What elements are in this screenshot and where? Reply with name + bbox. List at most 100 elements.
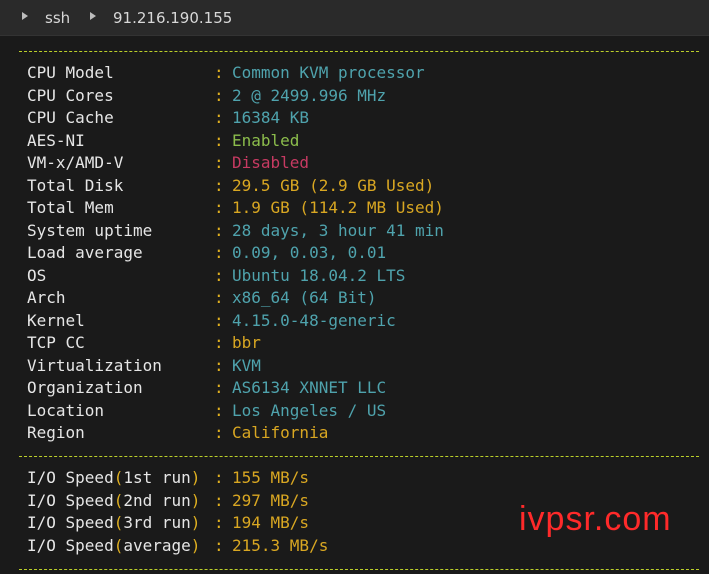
info-row: Load average:0.09, 0.03, 0.01 [0,242,709,264]
info-value: Los Angeles / US [232,400,387,420]
info-separator: : [214,175,224,195]
info-value: 1.9 GB (114.2 MB Used) [232,198,444,217]
info-value: 28 days, 3 hour 41 min [232,220,444,240]
io-speed-separator: : [214,513,224,532]
info-row: OS: Ubuntu 18.04.2 LTS [0,265,709,287]
close-paren: ) [190,468,201,487]
info-label: Location [27,400,105,420]
info-value: KVM [232,355,261,375]
info-value: 4.15.0-48-generic [232,310,396,330]
info-label: TCP CC [27,333,85,352]
open-paren: ( [113,468,124,487]
info-row: Total Mem:1.9 GB (114.2 MB Used) [0,197,709,219]
info-row: Organization: AS6134 XNNET LLC [0,377,709,399]
info-row: Total Disk:29.5 GB (2.9 GB Used) [0,175,709,197]
separator-line-middle [19,456,699,457]
info-value: AS6134 XNNET LLC [232,378,387,397]
separator-line-top [19,51,699,52]
info-separator: : [214,85,224,105]
separator-line-bottom [19,569,699,570]
info-label: Arch [27,288,66,307]
info-separator: : [214,265,224,285]
info-label: AES-NI [27,130,85,150]
io-speed-prefix: I/O Speed [27,513,114,532]
io-speed-run: 1st run [123,468,191,487]
info-value: x86_64 (64 Bit) [232,288,377,307]
info-label: CPU Cores [27,85,114,105]
info-label: Load average [27,243,143,262]
info-separator: : [214,378,224,397]
io-speed-separator: : [214,490,224,510]
info-label: System uptime [27,220,153,240]
info-label: CPU Cache [27,108,114,127]
io-speed-separator: : [214,468,224,487]
io-speed-row: I/O Speed(1st run):155 MB/s [0,467,709,489]
info-row: Location: Los Angeles / US [0,400,709,422]
open-paren: ( [113,535,124,555]
close-paren: ) [190,535,201,555]
info-label: Total Mem [27,198,114,217]
info-row: CPU Model: Common KVM processor [0,62,709,84]
info-value: Ubuntu 18.04.2 LTS [232,265,406,285]
io-speed-run: 2nd run [123,490,191,510]
info-row: Region: California [0,422,709,444]
info-row: System uptime:28 days, 3 hour 41 min [0,220,709,242]
info-separator: : [214,333,224,352]
info-value: 29.5 GB (2.9 GB Used) [232,175,435,195]
info-value: Common KVM processor [232,63,425,82]
io-speed-value: 215.3 MB/s [232,535,329,555]
io-speed-run: 3rd run [123,513,191,532]
info-label: Virtualization [27,355,162,375]
close-paren: ) [190,513,201,532]
chevron-right-icon [90,12,96,20]
open-paren: ( [113,513,124,532]
info-separator: : [214,288,224,307]
io-speed-value: 297 MB/s [232,490,310,510]
open-paren: ( [113,490,124,510]
info-value: Disabled [232,153,310,172]
io-speed-run: average [123,535,191,555]
info-separator: : [214,243,224,262]
io-speed-prefix: I/O Speed [27,490,114,510]
io-speed-label: I/O Speed(average) [27,535,200,557]
io-speed-prefix: I/O Speed [27,468,114,487]
io-speed-label: I/O Speed(2nd run) [27,490,200,512]
info-label: CPU Model [27,63,114,82]
title-segment-ssh[interactable]: ssh [45,9,70,27]
info-row: CPU Cache:16384 KB [0,107,709,129]
info-separator: : [214,130,224,150]
info-value: 16384 KB [232,108,310,127]
info-row: AES-NI: Enabled [0,130,709,152]
info-value: California [232,423,329,442]
info-row: Arch: x86_64 (64 Bit) [0,287,709,309]
info-separator: : [214,310,224,330]
terminal-output[interactable]: CPU Model: Common KVM processor CPU Cores:… [0,36,709,574]
info-separator: : [214,220,224,240]
info-label: VM-x/AMD-V [27,153,124,172]
info-row: Virtualization: KVM [0,355,709,377]
info-separator: : [214,400,224,420]
info-row: TCP CC: bbr [0,332,709,354]
close-paren: ) [190,490,201,510]
info-separator: : [214,355,224,375]
info-value: 2 @ 2499.996 MHz [232,85,387,105]
info-separator: : [214,63,224,82]
io-speed-value: 155 MB/s [232,468,310,487]
info-separator: : [214,198,224,217]
info-value: Enabled [232,130,300,150]
info-row: CPU Cores:2 @ 2499.996 MHz [0,85,709,107]
info-label: Organization [27,378,143,397]
io-speed-separator: : [214,535,224,555]
info-value: 0.09, 0.03, 0.01 [232,243,387,262]
io-speed-label: I/O Speed(3rd run) [27,512,200,534]
info-label: Region [27,423,85,442]
info-separator: : [214,153,224,172]
info-label: Kernel [27,310,85,330]
info-label: Total Disk [27,175,124,195]
info-separator: : [214,108,224,127]
info-separator: : [214,423,224,442]
chevron-right-icon [22,12,28,20]
title-segment-host[interactable]: 91.216.190.155 [113,9,232,27]
info-row: Kernel:4.15.0-48-generic [0,310,709,332]
io-speed-prefix: I/O Speed [27,535,114,555]
